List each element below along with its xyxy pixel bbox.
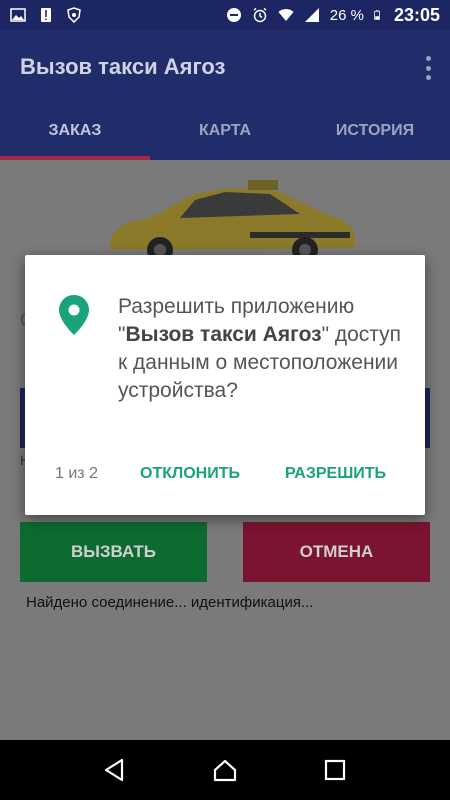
clock: 23:05: [393, 4, 440, 25]
navigation-bar: [0, 740, 450, 800]
tab-history[interactable]: ИСТОРИЯ: [300, 108, 450, 160]
permission-app-name: Вызов такси Аягоз: [125, 323, 322, 346]
system-icons: 26 % 23:05: [226, 5, 440, 26]
tab-bar: ЗАКАЗ КАРТА ИСТОРИЯ: [0, 108, 450, 160]
tab-order[interactable]: ЗАКАЗ: [0, 108, 150, 160]
location-pin-icon: [59, 295, 89, 335]
connection-status: Найдено соединение... идентификация...: [26, 594, 314, 611]
alarm-icon: [253, 7, 267, 23]
taxi-car-image: [110, 180, 355, 263]
home-icon[interactable]: [212, 757, 238, 783]
wifi-icon: [278, 9, 294, 21]
battery-percent: 26 %: [329, 6, 364, 24]
cancel-button[interactable]: ОТМЕНА: [243, 522, 430, 582]
recent-apps-icon[interactable]: [322, 757, 348, 783]
shield-icon: [67, 7, 81, 23]
back-icon[interactable]: [102, 757, 128, 783]
overflow-menu-icon[interactable]: [424, 56, 432, 80]
app-title: Вызов такси Аягоз: [20, 54, 226, 79]
permission-message: Разрешить приложению "Вызов такси Аягоз"…: [118, 293, 408, 405]
app-bar: Вызов такси Аягоз ЗАКАЗ КАРТА ИСТОРИЯ: [0, 30, 450, 160]
permission-counter: 1 из 2: [55, 465, 98, 482]
alert-icon: [41, 8, 51, 22]
tab-map[interactable]: КАРТА: [150, 108, 300, 160]
signal-icon: [304, 8, 319, 22]
do-not-disturb-icon: [226, 8, 241, 22]
notification-icons: [10, 7, 82, 23]
call-taxi-button[interactable]: ВЫЗВАТЬ: [20, 522, 207, 582]
battery-icon: [374, 10, 380, 20]
status-bar: 26 % 23:05: [0, 0, 450, 30]
location-permission-dialog: Разрешить приложению "Вызов такси Аягоз"…: [25, 255, 425, 515]
deny-button[interactable]: ОТКЛОНИТЬ: [140, 465, 240, 483]
image-icon: [10, 8, 26, 22]
allow-button[interactable]: РАЗРЕШИТЬ: [285, 465, 386, 483]
